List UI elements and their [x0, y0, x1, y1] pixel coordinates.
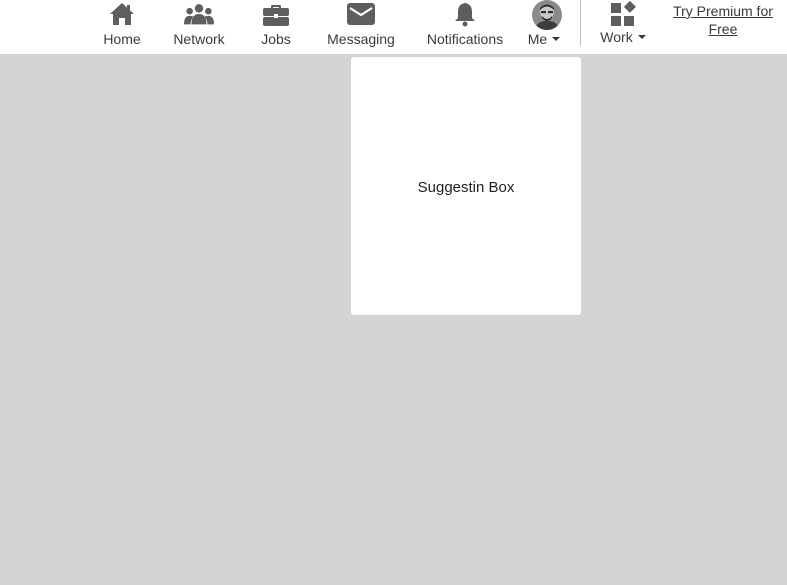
- nav-me-dropdown[interactable]: Me: [524, 0, 564, 54]
- nav-network-label: Network: [173, 31, 225, 47]
- nav-messaging-label: Messaging: [327, 31, 395, 47]
- nav-me-label: Me: [527, 31, 548, 47]
- nav-work-label: Work: [600, 29, 633, 45]
- top-navigation-bar: Home Network Jobs Messaging Notification…: [0, 0, 787, 54]
- nav-network[interactable]: Network: [170, 0, 228, 54]
- chevron-down-icon: [637, 35, 646, 40]
- nav-work-label-wrap: Work: [600, 29, 646, 45]
- nav-jobs-label: Jobs: [261, 31, 291, 47]
- home-icon: [107, 0, 137, 28]
- envelope-icon: [346, 0, 376, 28]
- nav-home-label: Home: [103, 31, 141, 47]
- chevron-down-icon: [552, 37, 561, 42]
- bell-icon: [450, 0, 480, 28]
- suggestion-box-label: Suggestin Box: [417, 178, 515, 196]
- nav-me-label-wrap: Me: [527, 31, 561, 47]
- nav-divider: [580, 0, 581, 46]
- try-premium-link[interactable]: Try Premium for Free: [668, 2, 778, 38]
- nav-work-dropdown[interactable]: Work: [598, 0, 648, 54]
- apps-grid-icon: [608, 0, 638, 28]
- nav-jobs[interactable]: Jobs: [258, 0, 294, 54]
- nav-messaging[interactable]: Messaging: [326, 0, 396, 54]
- nav-home[interactable]: Home: [102, 0, 142, 54]
- suggestion-box-card[interactable]: Suggestin Box: [351, 57, 581, 315]
- network-icon: [184, 0, 214, 28]
- nav-notifications[interactable]: Notifications: [424, 0, 506, 54]
- nav-notifications-label: Notifications: [426, 31, 504, 47]
- briefcase-icon: [261, 0, 291, 28]
- avatar: [532, 0, 562, 30]
